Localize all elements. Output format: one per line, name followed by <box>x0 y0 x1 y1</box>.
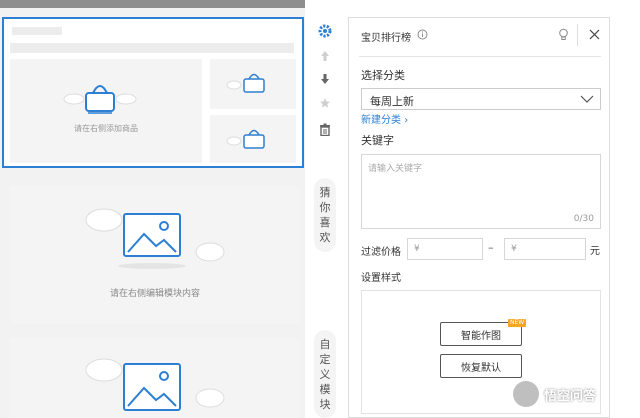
side-tab-guess[interactable]: 猜你喜欢 <box>314 178 336 252</box>
edit-content-hint: 请在右侧编辑模块内容 <box>109 289 200 299</box>
header-divider <box>359 56 601 57</box>
price-max-input[interactable]: ¥ <box>504 238 586 260</box>
product-slot-large[interactable]: 请在右侧添加商品 <box>10 59 202 163</box>
bag-icon <box>226 129 265 149</box>
keyword-counter: 0/30 <box>573 214 594 224</box>
settings-panel: 宝贝排行榜 选择分类 每周上新 新建分类 › 关键字 请输入关键字 0/30 过… <box>348 17 610 418</box>
guess-you-like-module[interactable]: 请在右侧编辑模块内容 <box>10 186 300 324</box>
image-placeholder-icon <box>85 358 225 411</box>
style-label: 设置样式 <box>361 273 401 284</box>
category-value: 每周上新 <box>370 95 414 108</box>
star-icon[interactable] <box>314 92 336 114</box>
category-label: 选择分类 <box>361 69 405 82</box>
bag-icon <box>226 73 265 93</box>
new-badge: NEW <box>508 319 527 327</box>
image-placeholder-icon <box>85 208 225 269</box>
watermark-text: 悟空问答 <box>544 389 597 404</box>
close-icon[interactable] <box>589 29 600 43</box>
product-slot-small[interactable] <box>210 59 296 109</box>
side-tab-guess-label: 猜你喜欢 <box>319 186 331 244</box>
watermark-logo-icon <box>513 381 539 407</box>
product-ranking-module[interactable]: 请在右侧添加商品 <box>2 17 304 168</box>
side-tab-custom[interactable]: 自定义模块 <box>314 330 336 418</box>
module-toolbar <box>314 17 336 147</box>
panel-title: 宝贝排行榜 <box>361 33 411 44</box>
custom-module[interactable] <box>10 338 300 418</box>
move-up-icon[interactable] <box>314 45 336 67</box>
gear-icon[interactable] <box>314 20 336 42</box>
price-dash: – <box>488 241 494 254</box>
move-down-icon[interactable] <box>314 68 336 90</box>
price-max-prefix: ¥ <box>511 244 517 254</box>
smart-design-label: 智能作图 <box>461 330 501 342</box>
product-slot-small[interactable] <box>210 115 296 163</box>
new-category-link[interactable]: 新建分类 › <box>361 111 408 126</box>
title-divider <box>577 24 578 46</box>
placeholder-line <box>12 27 62 35</box>
add-product-hint: 请在右侧添加商品 <box>74 124 138 133</box>
side-tab-custom-label: 自定义模块 <box>319 337 331 411</box>
reset-default-button[interactable]: 恢复默认 <box>440 354 522 378</box>
delete-icon[interactable] <box>314 118 336 140</box>
info-icon[interactable] <box>417 29 428 43</box>
placeholder-bar <box>10 43 294 53</box>
price-unit: 元 <box>590 246 600 257</box>
chevron-down-icon <box>580 95 594 103</box>
keyword-label: 关键字 <box>361 134 394 147</box>
keyword-input[interactable]: 请输入关键字 0/30 <box>361 154 601 229</box>
bag-icon <box>63 85 137 114</box>
price-min-prefix: ¥ <box>414 244 420 254</box>
category-select[interactable]: 每周上新 <box>361 88 601 110</box>
new-category-label: 新建分类 <box>361 115 401 126</box>
keyword-placeholder: 请输入关键字 <box>368 164 423 174</box>
top-bar <box>0 0 305 8</box>
reset-default-label: 恢复默认 <box>461 362 501 374</box>
price-min-input[interactable]: ¥ <box>407 238 483 260</box>
price-label: 过滤价格 <box>361 247 401 258</box>
chevron-right-icon: › <box>404 115 409 126</box>
lightbulb-icon[interactable] <box>558 28 569 44</box>
